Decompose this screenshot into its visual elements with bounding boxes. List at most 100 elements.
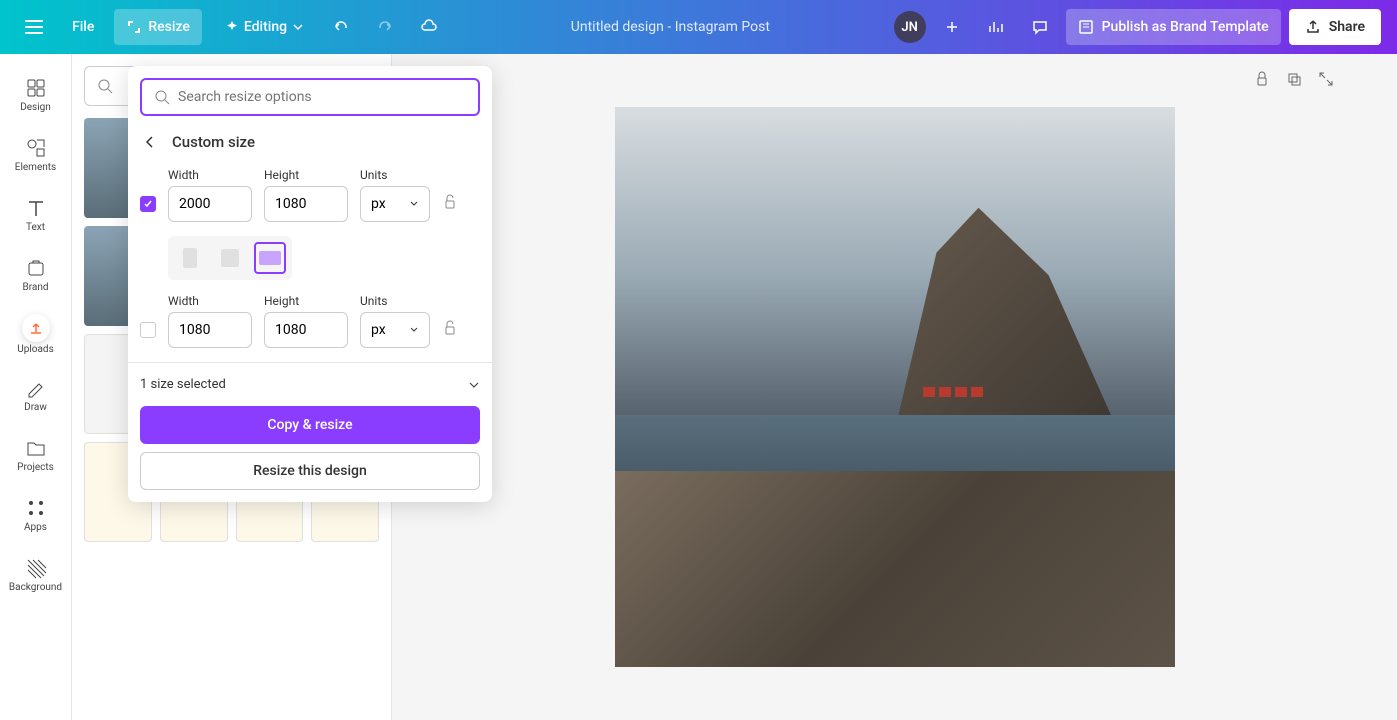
left-sidebar: Design Elements Text Brand Uploads Draw … xyxy=(0,54,72,720)
sidebar-label: Text xyxy=(26,222,45,233)
search-icon xyxy=(97,78,113,94)
sidebar-item-apps[interactable]: Apps xyxy=(4,486,68,542)
redo-button[interactable] xyxy=(367,9,403,45)
height-field-group: Height xyxy=(264,294,348,348)
file-button[interactable]: File xyxy=(60,9,106,45)
width-input-1[interactable] xyxy=(168,186,252,222)
share-icon xyxy=(1305,19,1321,35)
units-select-2[interactable]: px xyxy=(360,312,430,348)
canvas-image-rocks xyxy=(615,471,1175,667)
design-icon xyxy=(24,76,48,100)
lock-icon xyxy=(442,194,458,210)
design-title[interactable]: Untitled design - Instagram Post xyxy=(571,19,770,35)
size-option-1: Width Height Units px xyxy=(140,168,480,222)
template-icon xyxy=(1078,19,1094,35)
comment-icon xyxy=(1031,18,1049,36)
redo-icon xyxy=(376,18,394,36)
sidebar-item-projects[interactable]: Projects xyxy=(4,426,68,482)
copy-resize-button[interactable]: Copy & resize xyxy=(140,406,480,444)
hamburger-icon xyxy=(25,20,43,34)
sidebar-item-background[interactable]: Background xyxy=(4,546,68,602)
add-member-button[interactable] xyxy=(934,9,970,45)
publish-button[interactable]: Publish as Brand Template xyxy=(1066,9,1281,45)
units-value: px xyxy=(371,196,386,212)
design-canvas[interactable] xyxy=(615,107,1175,667)
size-selected-label: 1 size selected xyxy=(140,377,226,392)
resize-design-button[interactable]: Resize this design xyxy=(140,452,480,490)
width-field-group: Width xyxy=(168,168,252,222)
plus-icon xyxy=(943,18,961,36)
size-option-2: Width Height Units px xyxy=(140,294,480,348)
elements-icon xyxy=(24,136,48,160)
back-button[interactable] xyxy=(140,132,160,152)
magic-icon xyxy=(222,19,238,35)
canvas-image-mountain xyxy=(839,208,1119,432)
background-icon xyxy=(24,556,48,580)
duplicate-page-button[interactable] xyxy=(1285,70,1305,90)
projects-icon xyxy=(24,436,48,460)
sidebar-item-brand[interactable]: Brand xyxy=(4,246,68,302)
sidebar-label: Projects xyxy=(17,462,54,473)
width-input-2[interactable] xyxy=(168,312,252,348)
size-checkbox-1[interactable] xyxy=(140,196,156,212)
units-value: px xyxy=(371,322,386,338)
popover-header: Custom size xyxy=(140,132,480,152)
comment-button[interactable] xyxy=(1022,9,1058,45)
undo-button[interactable] xyxy=(323,9,359,45)
chevron-left-icon xyxy=(142,134,158,150)
orientation-landscape[interactable] xyxy=(254,242,286,274)
divider xyxy=(128,362,492,363)
chart-icon xyxy=(987,18,1005,36)
width-field-group: Width xyxy=(168,294,252,348)
editing-label: Editing xyxy=(244,19,287,35)
resize-popover: Custom size Width Height Units px xyxy=(128,66,492,502)
sidebar-label: Design xyxy=(20,102,51,113)
size-selected-row[interactable]: 1 size selected xyxy=(140,377,480,392)
units-select-1[interactable]: px xyxy=(360,186,430,222)
lock-icon xyxy=(442,320,458,336)
height-label: Height xyxy=(264,168,348,182)
sidebar-item-text[interactable]: Text xyxy=(4,186,68,242)
text-icon xyxy=(24,196,48,220)
height-input-1[interactable] xyxy=(264,186,348,222)
sidebar-item-design[interactable]: Design xyxy=(4,66,68,122)
resize-search-field[interactable] xyxy=(178,89,466,105)
lock-aspect-1[interactable] xyxy=(442,194,462,214)
lock-page-button[interactable] xyxy=(1253,70,1273,90)
menu-button[interactable] xyxy=(16,9,52,45)
height-label: Height xyxy=(264,294,348,308)
draw-icon xyxy=(24,376,48,400)
share-label: Share xyxy=(1329,19,1365,35)
width-label: Width xyxy=(168,168,252,182)
search-icon xyxy=(154,89,170,105)
lock-aspect-2[interactable] xyxy=(442,320,462,340)
height-field-group: Height xyxy=(264,168,348,222)
brand-icon xyxy=(24,256,48,280)
canvas-image-houses xyxy=(923,387,983,397)
publish-label: Publish as Brand Template xyxy=(1102,19,1269,35)
editing-button[interactable]: Editing xyxy=(210,9,315,45)
canvas-toolbar xyxy=(1253,70,1337,90)
sidebar-label: Apps xyxy=(24,522,47,533)
orientation-portrait[interactable] xyxy=(174,242,206,274)
avatar[interactable]: JN xyxy=(894,11,926,43)
sidebar-label: Draw xyxy=(24,402,47,413)
expand-page-button[interactable] xyxy=(1317,70,1337,90)
check-icon xyxy=(143,199,153,209)
apps-icon xyxy=(24,496,48,520)
cloud-icon xyxy=(420,18,438,36)
cloud-button[interactable] xyxy=(411,9,447,45)
analytics-button[interactable] xyxy=(978,9,1014,45)
sidebar-item-elements[interactable]: Elements xyxy=(4,126,68,182)
size-checkbox-2[interactable] xyxy=(140,322,156,338)
units-field-group: Units px xyxy=(360,168,430,222)
canvas-area xyxy=(392,54,1397,720)
orientation-square[interactable] xyxy=(214,242,246,274)
sidebar-label: Brand xyxy=(22,282,48,293)
sidebar-item-uploads[interactable]: Uploads xyxy=(4,306,68,362)
share-button[interactable]: Share xyxy=(1289,9,1381,45)
height-input-2[interactable] xyxy=(264,312,348,348)
resize-button[interactable]: Resize xyxy=(114,9,202,45)
sidebar-item-draw[interactable]: Draw xyxy=(4,366,68,422)
resize-search-input[interactable] xyxy=(140,78,480,116)
